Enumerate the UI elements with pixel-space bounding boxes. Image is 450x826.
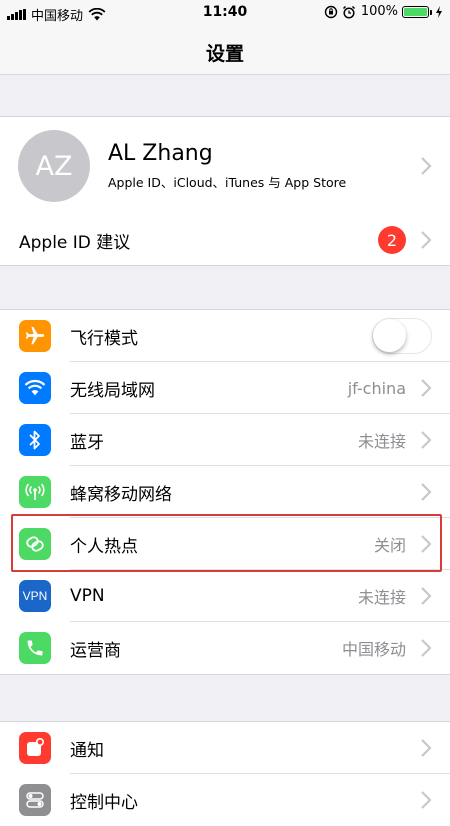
profile-row[interactable]: AZ AL Zhang Apple ID、iCloud、iTunes 与 App… — [0, 117, 450, 215]
notification-icon — [19, 732, 51, 764]
chevron-right-icon — [421, 587, 432, 605]
settings-row-bluetooth[interactable]: 蓝牙 未连接 — [0, 414, 450, 466]
settings-row-control-center[interactable]: 控制中心 — [0, 774, 450, 826]
airplane-icon — [19, 320, 51, 352]
row-value: 未连接 — [357, 588, 406, 607]
apple-id-suggestion-row[interactable]: Apple ID 建议 2 — [0, 215, 450, 265]
airplane-mode-toggle[interactable] — [372, 318, 432, 354]
row-value: 未连接 — [357, 432, 406, 451]
alarm-icon — [342, 5, 355, 19]
row-label: 飞行模式 — [70, 328, 138, 349]
settings-row-cellular[interactable]: 蜂窝移动网络 — [0, 466, 450, 518]
chevron-right-icon — [421, 483, 432, 501]
row-label: 通知 — [70, 740, 104, 761]
row-label: 运营商 — [70, 640, 121, 661]
row-label: 蜂窝移动网络 — [70, 484, 172, 505]
connectivity-group: 飞行模式 无线局域网 jf-china 蓝牙 未连接 蜂窝移动网络 个人热点 关… — [0, 309, 450, 675]
row-value: 中国移动 — [341, 640, 406, 659]
profile-subtitle: Apple ID、iCloud、iTunes 与 App Store — [108, 175, 347, 190]
vpn-icon: VPN — [19, 580, 51, 612]
row-label: VPN — [70, 586, 105, 606]
settings-row-personal-hotspot[interactable]: 个人热点 关闭 — [0, 518, 450, 570]
chevron-right-icon — [421, 231, 432, 249]
page-title: 设置 — [205, 43, 244, 65]
settings-row-vpn[interactable]: VPN VPN 未连接 — [0, 570, 450, 622]
settings-row-airplane-mode[interactable]: 飞行模式 — [0, 310, 450, 362]
status-right: 100% — [324, 4, 443, 19]
chevron-right-icon — [421, 157, 432, 175]
apple-id-suggestion-label: Apple ID 建议 — [19, 232, 131, 253]
settings-row-carrier[interactable]: 运营商 中国移动 — [0, 622, 450, 674]
profile-text: AL Zhang Apple ID、iCloud、iTunes 与 App St… — [108, 141, 420, 191]
row-label: 蓝牙 — [70, 432, 104, 453]
battery-percent: 100% — [360, 4, 398, 19]
chevron-right-icon — [421, 535, 432, 553]
row-label: 无线局域网 — [70, 380, 155, 401]
bluetooth-icon — [19, 424, 51, 456]
row-value: 关闭 — [373, 536, 406, 555]
chevron-right-icon — [421, 379, 432, 397]
row-label: 控制中心 — [70, 792, 138, 813]
toggle-knob — [373, 319, 406, 352]
phone-icon — [19, 632, 51, 664]
nav-bar: 设置 — [0, 26, 450, 75]
wifi-icon — [19, 372, 51, 404]
settings-row-notifications[interactable]: 通知 — [0, 722, 450, 774]
orientation-lock-icon — [324, 5, 338, 18]
hotspot-link-icon — [19, 528, 51, 560]
chevron-right-icon — [421, 739, 432, 757]
charging-icon — [436, 5, 442, 18]
profile-name: AL Zhang — [108, 141, 213, 166]
settings-row-wlan[interactable]: 无线局域网 jf-china — [0, 362, 450, 414]
chevron-right-icon — [421, 639, 432, 657]
status-bar: 中国移动 11:40 100% — [0, 0, 450, 26]
notification-badge: 2 — [378, 226, 406, 254]
profile-group: AZ AL Zhang Apple ID、iCloud、iTunes 与 App… — [0, 116, 450, 266]
row-value: jf-china — [347, 378, 406, 398]
avatar: AZ — [18, 130, 90, 202]
battery-icon — [402, 5, 432, 18]
cellular-antenna-icon — [19, 476, 51, 508]
chevron-right-icon — [421, 791, 432, 809]
notification-group: 通知 控制中心 — [0, 721, 450, 826]
control-center-icon — [19, 784, 51, 816]
row-label: 个人热点 — [70, 536, 138, 557]
chevron-right-icon — [421, 431, 432, 449]
